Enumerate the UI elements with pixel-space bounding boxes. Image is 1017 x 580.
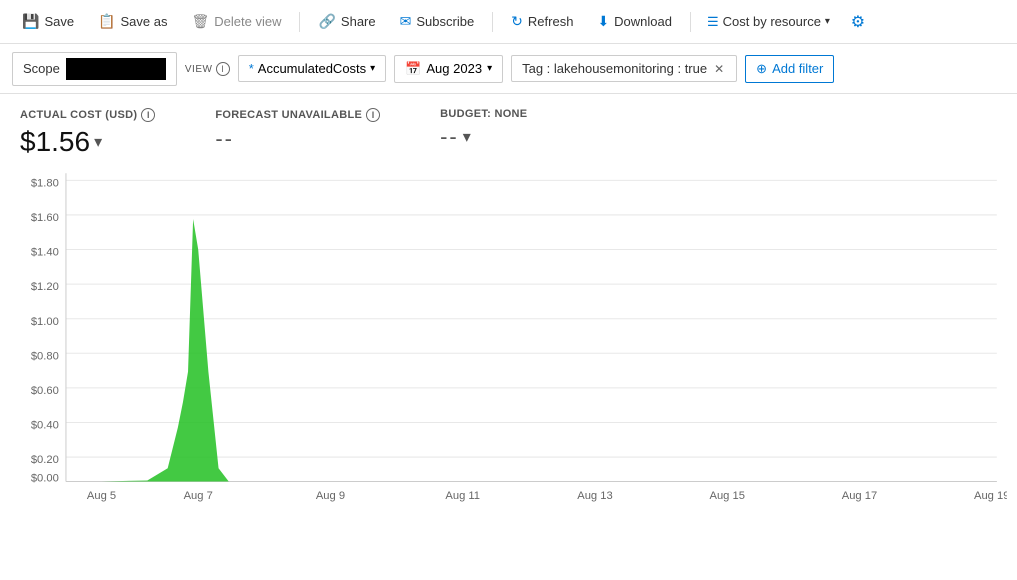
svg-text:$0.20: $0.20 bbox=[31, 454, 59, 466]
separator-2 bbox=[492, 12, 493, 32]
svg-text:Aug 13: Aug 13 bbox=[577, 490, 612, 502]
save-icon: 💾 bbox=[22, 13, 39, 30]
refresh-label: Refresh bbox=[528, 14, 574, 29]
budget-block: BUDGET: NONE -- ▾ bbox=[440, 108, 527, 150]
asterisk: * bbox=[249, 61, 254, 76]
cost-bar-polygon bbox=[102, 219, 229, 481]
separator-3 bbox=[690, 12, 691, 32]
date-button[interactable]: 📅 Aug 2023 ▾ bbox=[394, 55, 503, 83]
gear-icon: ⚙ bbox=[851, 12, 865, 32]
svg-text:$0.80: $0.80 bbox=[31, 350, 59, 362]
svg-text:Aug 19: Aug 19 bbox=[974, 490, 1007, 502]
budget-label: BUDGET: NONE bbox=[440, 108, 527, 120]
save-label: Save bbox=[44, 14, 74, 29]
toolbar: 💾 Save 📋 Save as 🗑 Delete view 🔗 Share ✉… bbox=[0, 0, 1017, 44]
svg-text:$1.00: $1.00 bbox=[31, 316, 59, 328]
download-button[interactable]: ⬇ Download bbox=[587, 8, 682, 35]
add-filter-button[interactable]: ⊕ Add filter bbox=[745, 55, 834, 83]
view-label: VIEW i bbox=[185, 62, 230, 76]
date-label: Aug 2023 bbox=[426, 61, 482, 76]
svg-text:$0.40: $0.40 bbox=[31, 420, 59, 432]
chevron-down-icon: ▾ bbox=[825, 16, 830, 27]
svg-text:$0.00: $0.00 bbox=[31, 472, 59, 484]
actual-cost-label: ACTUAL COST (USD) i bbox=[20, 108, 155, 122]
tag-filter: Tag : lakehousemonitoring : true ✕ bbox=[511, 55, 737, 82]
scope-value bbox=[66, 58, 166, 80]
budget-chevron-icon: ▾ bbox=[463, 127, 471, 147]
save-as-icon: 📋 bbox=[98, 13, 115, 30]
list-icon: ☰ bbox=[707, 14, 719, 30]
delete-icon: 🗑 bbox=[192, 13, 210, 30]
scope-label: Scope bbox=[23, 61, 60, 76]
view-value-label: AccumulatedCosts bbox=[258, 61, 366, 76]
separator-1 bbox=[299, 12, 300, 32]
download-label: Download bbox=[614, 14, 672, 29]
delete-view-button[interactable]: 🗑 Delete view bbox=[182, 8, 292, 35]
share-label: Share bbox=[341, 14, 376, 29]
subscribe-label: Subscribe bbox=[416, 14, 474, 29]
svg-text:Aug 9: Aug 9 bbox=[316, 490, 345, 502]
forecast-value: -- bbox=[215, 126, 380, 152]
budget-value: -- ▾ bbox=[440, 124, 527, 150]
add-filter-label: Add filter bbox=[772, 61, 823, 76]
save-button[interactable]: 💾 Save bbox=[12, 8, 84, 35]
view-info-icon[interactable]: i bbox=[216, 62, 230, 76]
svg-text:Aug 5: Aug 5 bbox=[87, 490, 116, 502]
svg-text:Aug 15: Aug 15 bbox=[709, 490, 744, 502]
forecast-block: FORECAST UNAVAILABLE i -- bbox=[215, 108, 380, 152]
view-dropdown: VIEW i bbox=[185, 62, 230, 76]
forecast-info-icon[interactable]: i bbox=[366, 108, 380, 122]
filter-plus-icon: ⊕ bbox=[756, 61, 767, 77]
delete-view-label: Delete view bbox=[214, 14, 281, 29]
share-button[interactable]: 🔗 Share bbox=[308, 8, 385, 35]
date-chevron-icon: ▾ bbox=[487, 63, 492, 74]
subscribe-icon: ✉ bbox=[400, 13, 412, 30]
svg-text:$0.60: $0.60 bbox=[31, 385, 59, 397]
save-as-button[interactable]: 📋 Save as bbox=[88, 8, 177, 35]
share-icon: 🔗 bbox=[318, 13, 335, 30]
actual-cost-value: $1.56 ▾ bbox=[20, 126, 155, 158]
scope-button[interactable]: Scope bbox=[12, 52, 177, 86]
save-as-label: Save as bbox=[121, 14, 168, 29]
tag-close-button[interactable]: ✕ bbox=[712, 62, 726, 76]
tag-label: Tag : lakehousemonitoring : true bbox=[522, 61, 707, 76]
cost-by-resource-label: Cost by resource bbox=[723, 14, 821, 29]
view-select-button[interactable]: * AccumulatedCosts ▾ bbox=[238, 55, 386, 82]
refresh-button[interactable]: ↻ Refresh bbox=[501, 8, 583, 35]
actual-cost-chevron-icon: ▾ bbox=[94, 132, 102, 152]
refresh-icon: ↻ bbox=[511, 13, 523, 30]
svg-text:$1.60: $1.60 bbox=[31, 212, 59, 224]
metrics-area: ACTUAL COST (USD) i $1.56 ▾ FORECAST UNA… bbox=[0, 94, 1017, 166]
download-icon: ⬇ bbox=[597, 13, 609, 30]
view-chevron-icon: ▾ bbox=[370, 63, 375, 74]
forecast-label: FORECAST UNAVAILABLE i bbox=[215, 108, 380, 122]
svg-text:$1.40: $1.40 bbox=[31, 247, 59, 259]
chart-section: $1.80 $1.60 $1.40 $1.20 $1.00 $0.80 $0.6… bbox=[0, 166, 1017, 506]
filter-bar: Scope VIEW i * AccumulatedCosts ▾ 📅 Aug … bbox=[0, 44, 1017, 94]
cost-chart: $1.80 $1.60 $1.40 $1.20 $1.00 $0.80 $0.6… bbox=[10, 166, 1007, 506]
settings-button[interactable]: ⚙ bbox=[842, 6, 874, 38]
calendar-icon: 📅 bbox=[405, 61, 421, 77]
subscribe-button[interactable]: ✉ Subscribe bbox=[390, 8, 485, 35]
actual-cost-info-icon[interactable]: i bbox=[141, 108, 155, 122]
svg-text:$1.80: $1.80 bbox=[31, 177, 59, 189]
svg-text:Aug 7: Aug 7 bbox=[184, 490, 213, 502]
cost-by-resource-button[interactable]: ☰ Cost by resource ▾ bbox=[699, 9, 838, 35]
actual-cost-block: ACTUAL COST (USD) i $1.56 ▾ bbox=[20, 108, 155, 158]
svg-text:$1.20: $1.20 bbox=[31, 281, 59, 293]
svg-text:Aug 11: Aug 11 bbox=[445, 490, 480, 502]
svg-text:Aug 17: Aug 17 bbox=[842, 490, 877, 502]
